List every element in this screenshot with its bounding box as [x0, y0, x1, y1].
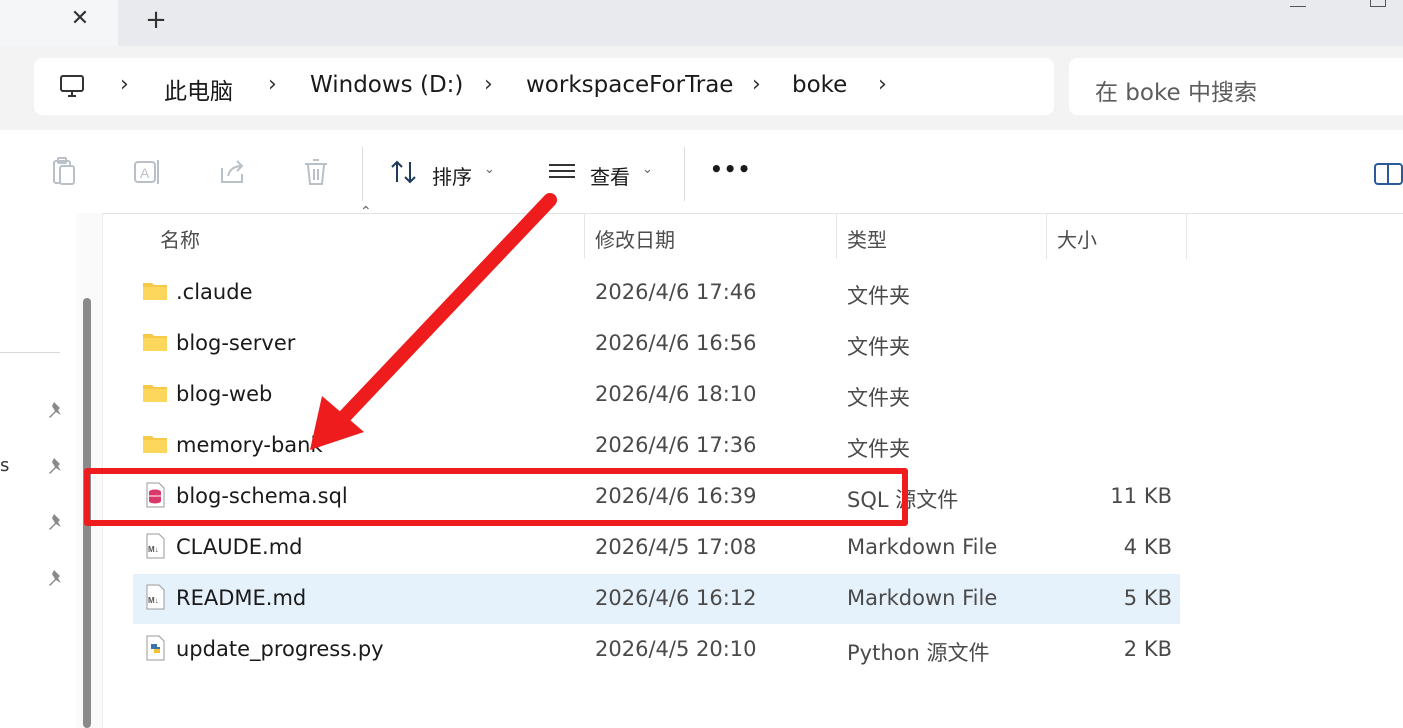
view-icon[interactable]: [546, 156, 578, 188]
file-date: 2026/4/6 17:36: [595, 433, 757, 457]
folder-icon: [143, 283, 167, 300]
chevron-right-icon[interactable]: ›: [120, 72, 129, 97]
chevron-right-icon[interactable]: ›: [878, 72, 887, 97]
file-size: 5 KB: [1123, 586, 1172, 610]
crumb-drive[interactable]: Windows (D:): [310, 72, 463, 98]
file-type: Markdown File: [847, 586, 998, 610]
file-date: 2026/4/6 17:46: [595, 280, 757, 304]
column-divider[interactable]: [836, 213, 837, 259]
file-size: 4 KB: [1123, 535, 1172, 559]
command-bar: A 排序 ⌄ 查看 ⌄ •••: [0, 131, 1403, 214]
folder-icon: [143, 385, 167, 402]
file-date: 2026/4/6 16:56: [595, 331, 757, 355]
file-type: 文件夹: [847, 386, 910, 410]
markdown-file-icon: M↓: [146, 533, 165, 559]
file-row-selected[interactable]: M↓ README.md 2026/4/6 16:12 Markdown Fil…: [133, 574, 1180, 624]
folder-icon: [143, 334, 167, 351]
svg-text:M↓: M↓: [148, 596, 159, 605]
breadcrumb[interactable]: › 此电脑 › Windows (D:) › workspaceForTrae …: [34, 58, 1054, 115]
file-name[interactable]: blog-web: [176, 382, 272, 406]
file-type: 文件夹: [847, 335, 910, 359]
folder-icon: [143, 436, 167, 453]
highlight-box: [84, 468, 908, 526]
chevron-down-icon[interactable]: ⌄: [642, 162, 653, 177]
markdown-file-icon: M↓: [146, 584, 165, 610]
paste-icon[interactable]: [48, 156, 80, 188]
pin-icon[interactable]: [47, 568, 67, 588]
file-type: 文件夹: [847, 437, 910, 461]
view-button[interactable]: 查看: [590, 161, 630, 190]
search-input[interactable]: 在 boke 中搜索: [1069, 58, 1403, 115]
minimize-button[interactable]: [1290, 0, 1306, 7]
file-row[interactable]: update_progress.py 2026/4/5 20:10 Python…: [133, 625, 1180, 675]
toolbar-divider: [362, 147, 363, 201]
column-divider[interactable]: [584, 213, 585, 259]
file-row[interactable]: blog-server 2026/4/6 16:56 文件夹: [133, 319, 1180, 369]
file-size: 11 KB: [1110, 484, 1172, 508]
column-divider[interactable]: [1046, 213, 1047, 259]
file-date: 2026/4/5 20:10: [595, 637, 757, 661]
file-type: 文件夹: [847, 284, 910, 308]
column-header-size[interactable]: 大小: [1057, 224, 1097, 253]
file-row[interactable]: M↓ CLAUDE.md 2026/4/5 17:08 Markdown Fil…: [133, 523, 1180, 573]
crumb-workspace[interactable]: workspaceForTrae: [526, 72, 733, 98]
rename-icon[interactable]: A: [132, 156, 164, 188]
column-header-name[interactable]: 名称: [160, 224, 200, 253]
share-icon[interactable]: [216, 156, 248, 188]
nav-item-partial-label[interactable]: s: [0, 455, 9, 476]
file-name[interactable]: README.md: [176, 586, 306, 610]
search-placeholder: 在 boke 中搜索: [1095, 80, 1257, 106]
tab-active[interactable]: [0, 0, 118, 46]
file-date: 2026/4/6 18:10: [595, 382, 757, 406]
sort-ascending-icon: ⌃: [360, 204, 372, 220]
close-icon[interactable]: ✕: [66, 6, 94, 32]
file-name[interactable]: update_progress.py: [176, 637, 384, 661]
file-row[interactable]: .claude 2026/4/6 17:46 文件夹: [133, 268, 1180, 318]
navigation-divider: [0, 352, 60, 353]
column-header-type[interactable]: 类型: [847, 224, 887, 253]
tab-strip: [118, 0, 1403, 47]
chevron-right-icon[interactable]: ›: [752, 72, 761, 97]
file-date: 2026/4/6 16:12: [595, 586, 757, 610]
crumb-boke[interactable]: boke: [792, 72, 847, 98]
sort-button[interactable]: 排序: [432, 161, 472, 190]
column-divider[interactable]: [1186, 213, 1187, 259]
pin-icon[interactable]: [47, 400, 67, 420]
chevron-right-icon[interactable]: ›: [484, 72, 493, 97]
chevron-down-icon[interactable]: ⌄: [484, 162, 495, 177]
file-row[interactable]: memory-bank 2026/4/6 17:36 文件夹: [133, 421, 1180, 471]
file-name[interactable]: CLAUDE.md: [176, 535, 302, 559]
file-name[interactable]: .claude: [176, 280, 252, 304]
crumb-this-pc[interactable]: 此电脑: [164, 72, 233, 106]
file-type: Python 源文件: [847, 641, 990, 665]
plus-icon[interactable]: +: [140, 6, 172, 34]
chevron-right-icon[interactable]: ›: [268, 72, 277, 97]
computer-icon[interactable]: [58, 72, 86, 100]
sort-icon[interactable]: [388, 156, 420, 188]
file-type: Markdown File: [847, 535, 998, 559]
maximize-button[interactable]: [1370, 0, 1386, 7]
python-file-icon: [146, 635, 165, 661]
details-pane-icon[interactable]: [1374, 163, 1403, 185]
file-size: 2 KB: [1123, 637, 1172, 661]
column-header-date[interactable]: 修改日期: [595, 224, 675, 253]
pin-icon[interactable]: [47, 456, 67, 476]
file-name[interactable]: blog-server: [176, 331, 295, 355]
delete-icon[interactable]: [300, 156, 332, 188]
svg-text:M↓: M↓: [148, 545, 159, 554]
pin-icon[interactable]: [47, 512, 67, 532]
file-date: 2026/4/5 17:08: [595, 535, 757, 559]
file-name[interactable]: memory-bank: [176, 433, 323, 457]
more-options-button[interactable]: •••: [710, 157, 751, 181]
svg-text:A: A: [140, 165, 150, 181]
toolbar-divider: [684, 147, 685, 201]
file-row[interactable]: blog-web 2026/4/6 18:10 文件夹: [133, 370, 1180, 420]
